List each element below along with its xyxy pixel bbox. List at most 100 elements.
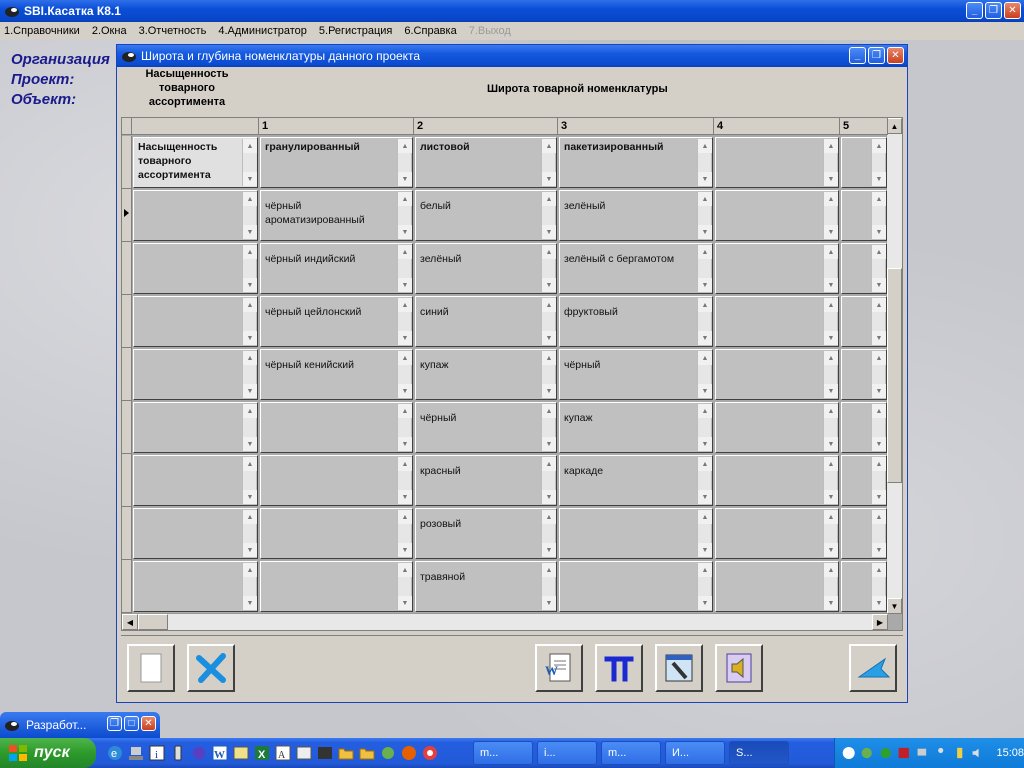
cell-scrollbar[interactable]: ▲ ▼ — [871, 192, 886, 239]
cell-scroll-down-icon[interactable]: ▼ — [398, 543, 412, 557]
column-header[interactable]: 3 — [558, 118, 714, 135]
grid-cell[interactable]: ▲ ▼ — [715, 455, 839, 506]
media-icon[interactable] — [316, 744, 334, 762]
menu-item-help[interactable]: 6.Справка — [404, 25, 456, 37]
taskbar-item-sbi[interactable]: S... — [729, 741, 789, 765]
menu-item-reports[interactable]: 3.Отчетность — [139, 25, 207, 37]
cell-scroll-up-icon[interactable]: ▲ — [698, 245, 712, 259]
cell-scrollbar[interactable]: ▲ ▼ — [242, 563, 257, 610]
cell-scroll-down-icon[interactable]: ▼ — [542, 596, 556, 610]
firefox-icon[interactable] — [400, 744, 418, 762]
cell-scrollbar[interactable]: ▲ ▼ — [541, 192, 556, 239]
cell-scroll-up-icon[interactable]: ▲ — [243, 139, 257, 153]
video-help-button[interactable] — [655, 644, 703, 692]
cell-scroll-up-icon[interactable]: ▲ — [398, 351, 412, 365]
grid-cell[interactable]: белый ▲ ▼ — [415, 190, 557, 241]
cell-scroll-down-icon[interactable]: ▼ — [398, 384, 412, 398]
cell-scroll-up-icon[interactable]: ▲ — [872, 404, 886, 418]
taskbar-item-folder[interactable]: m... — [601, 741, 661, 765]
grid-cell[interactable]: ▲ ▼ — [133, 349, 258, 400]
cell-scroll-down-icon[interactable]: ▼ — [398, 331, 412, 345]
menu-item-references[interactable]: 1.Справочники — [4, 25, 80, 37]
cell-scroll-up-icon[interactable]: ▲ — [872, 298, 886, 312]
cell-scroll-up-icon[interactable]: ▲ — [542, 192, 556, 206]
row-selector[interactable] — [122, 242, 132, 295]
cell-scroll-up-icon[interactable]: ▲ — [698, 510, 712, 524]
scroll-thumb[interactable] — [887, 268, 902, 483]
tray-expand-icon[interactable] — [841, 744, 856, 762]
grid-cell[interactable]: чёрный кенийский ▲ ▼ — [260, 349, 413, 400]
cell-scrollbar[interactable]: ▲ ▼ — [697, 192, 712, 239]
cell-scroll-down-icon[interactable]: ▼ — [698, 172, 712, 186]
cell-scrollbar[interactable]: ▲ ▼ — [697, 298, 712, 345]
cell-scrollbar[interactable]: ▲ ▼ — [697, 510, 712, 557]
grid-cell[interactable]: синий ▲ ▼ — [415, 296, 557, 347]
row-selector[interactable] — [122, 454, 132, 507]
cell-scrollbar[interactable]: ▲ ▼ — [697, 404, 712, 451]
cell-scroll-up-icon[interactable]: ▲ — [698, 139, 712, 153]
cell-scroll-up-icon[interactable]: ▲ — [698, 298, 712, 312]
grid-cell[interactable]: ▲ ▼ — [260, 402, 413, 453]
cell-scroll-up-icon[interactable]: ▲ — [824, 510, 838, 524]
folder2-icon[interactable] — [358, 744, 376, 762]
header-cell[interactable]: пакетизированный ▲ ▼ — [559, 137, 713, 188]
column-header[interactable]: 2 — [414, 118, 558, 135]
cell-scrollbar[interactable]: ▲ ▼ — [242, 510, 257, 557]
scroll-left-icon[interactable]: ◀ — [122, 614, 138, 630]
cell-scroll-down-icon[interactable]: ▼ — [872, 437, 886, 451]
cell-scrollbar[interactable]: ▲ ▼ — [871, 245, 886, 292]
cell-scroll-up-icon[interactable]: ▲ — [398, 139, 412, 153]
cell-scroll-down-icon[interactable]: ▼ — [542, 331, 556, 345]
menu-item-admin[interactable]: 4.Администратор — [218, 25, 307, 37]
scroll-up-icon[interactable]: ▲ — [887, 118, 902, 134]
app-title-bar[interactable]: SBI.Касатка К8.1 _ ❐ ✕ — [0, 0, 1024, 22]
tray-user-icon[interactable] — [933, 744, 948, 762]
cell-scroll-down-icon[interactable]: ▼ — [243, 437, 257, 451]
cell-scrollbar[interactable]: ▲ ▼ — [242, 139, 257, 186]
cell-scroll-down-icon[interactable]: ▼ — [243, 490, 257, 504]
horizontal-scrollbar[interactable]: ◀ ▶ — [122, 613, 888, 630]
header-cell[interactable]: Насыщенность товарного ассортимента ▲ ▼ — [133, 137, 258, 188]
cell-scroll-up-icon[interactable]: ▲ — [872, 351, 886, 365]
cell-scrollbar[interactable]: ▲ ▼ — [697, 563, 712, 610]
minimized-window[interactable]: Разработ... ❐ □ ✕ — [0, 712, 160, 738]
grid-cell[interactable]: зелёный ▲ ▼ — [559, 190, 713, 241]
cell-scroll-down-icon[interactable]: ▼ — [542, 384, 556, 398]
cell-scroll-up-icon[interactable]: ▲ — [824, 298, 838, 312]
cell-scroll-up-icon[interactable]: ▲ — [824, 139, 838, 153]
cell-scroll-down-icon[interactable]: ▼ — [243, 172, 257, 186]
cell-scrollbar[interactable]: ▲ ▼ — [541, 245, 556, 292]
cell-scrollbar[interactable]: ▲ ▼ — [541, 563, 556, 610]
cell-scrollbar[interactable]: ▲ ▼ — [871, 139, 886, 186]
cell-scroll-up-icon[interactable]: ▲ — [698, 563, 712, 577]
cell-scroll-down-icon[interactable]: ▼ — [398, 225, 412, 239]
cell-scroll-up-icon[interactable]: ▲ — [542, 351, 556, 365]
column-header[interactable] — [132, 118, 259, 135]
cell-scroll-up-icon[interactable]: ▲ — [542, 139, 556, 153]
cell-scroll-up-icon[interactable]: ▲ — [542, 404, 556, 418]
font-icon[interactable]: A — [274, 744, 292, 762]
ico-icon[interactable] — [295, 744, 313, 762]
grid-cell[interactable]: ▲ ▼ — [715, 402, 839, 453]
cell-scrollbar[interactable]: ▲ ▼ — [397, 245, 412, 292]
cell-scrollbar[interactable]: ▲ ▼ — [823, 298, 838, 345]
cell-scrollbar[interactable]: ▲ ▼ — [541, 298, 556, 345]
grid-cell[interactable]: ▲ ▼ — [260, 508, 413, 559]
cell-scrollbar[interactable]: ▲ ▼ — [697, 139, 712, 186]
cell-scroll-down-icon[interactable]: ▼ — [824, 490, 838, 504]
cell-scrollbar[interactable]: ▲ ▼ — [397, 351, 412, 398]
cell-scroll-down-icon[interactable]: ▼ — [398, 172, 412, 186]
cell-scroll-up-icon[interactable]: ▲ — [398, 245, 412, 259]
nomenclature-grid[interactable]: ▲ ▼ ◀ ▶ 1 2 3 4 5 Насыщенность товарного ассо… — [121, 117, 903, 631]
cell-scroll-down-icon[interactable]: ▼ — [698, 490, 712, 504]
cell-scroll-up-icon[interactable]: ▲ — [542, 563, 556, 577]
flower-icon[interactable] — [379, 744, 397, 762]
cell-scrollbar[interactable]: ▲ ▼ — [242, 298, 257, 345]
window-close-button[interactable]: ✕ — [887, 47, 904, 64]
grid-cell[interactable]: ▲ ▼ — [841, 561, 887, 612]
row-selector[interactable] — [122, 401, 132, 454]
cell-scroll-down-icon[interactable]: ▼ — [872, 225, 886, 239]
cell-scrollbar[interactable]: ▲ ▼ — [823, 510, 838, 557]
cell-scrollbar[interactable]: ▲ ▼ — [871, 298, 886, 345]
grid-cell[interactable]: ▲ ▼ — [133, 190, 258, 241]
